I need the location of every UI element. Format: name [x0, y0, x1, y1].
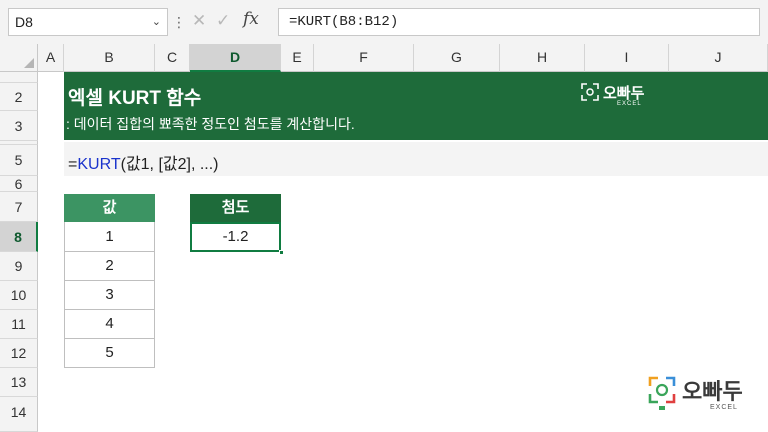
function-syntax: =KURT(값1, [값2], ...) — [68, 150, 219, 174]
values-table-header[interactable]: 값 — [64, 194, 155, 222]
insert-function-icon[interactable]: fx — [243, 9, 259, 29]
syntax-function-name: KURT — [77, 156, 121, 173]
kurtosis-table-header[interactable]: 첨도 — [190, 194, 281, 222]
row-header-14[interactable]: 14 — [0, 397, 38, 432]
row-header-7[interactable]: 7 — [0, 192, 38, 222]
row-header-6[interactable]: 6 — [0, 176, 38, 192]
watermark-logo: 오빠두 EXCEL — [648, 376, 743, 417]
name-box[interactable]: D8 ⌄ — [8, 8, 168, 36]
watermark-logo-sub: EXCEL — [710, 404, 738, 411]
column-header-a[interactable]: A — [38, 44, 64, 72]
name-box-value: D8 — [15, 14, 33, 30]
row-header-12[interactable]: 12 — [0, 339, 38, 368]
column-header-d[interactable]: D — [190, 44, 281, 72]
more-options-icon[interactable]: ⋮ — [172, 12, 186, 32]
column-header-b[interactable]: B — [64, 44, 155, 72]
page-title: 엑셀 KURT 함수 — [68, 88, 202, 109]
column-header-e[interactable]: E — [281, 44, 314, 72]
banner-logo-sub: EXCEL — [617, 101, 642, 107]
column-header-f[interactable]: F — [314, 44, 414, 72]
column-header-j[interactable]: J — [669, 44, 768, 72]
value-cell-5[interactable]: 5 — [64, 339, 155, 368]
syntax-arguments: (값1, [값2], ...) — [120, 156, 219, 173]
row-header-8[interactable]: 8 — [0, 222, 38, 252]
column-header-h[interactable]: H — [500, 44, 585, 72]
confirm-check-icon[interactable]: ✓ — [216, 11, 230, 31]
formula-input[interactable]: =KURT(B8:B12) — [278, 8, 760, 36]
fill-handle[interactable] — [279, 250, 284, 255]
value-cell-2[interactable]: 2 — [64, 252, 155, 281]
column-header-i[interactable]: I — [585, 44, 669, 72]
column-header-c[interactable]: C — [155, 44, 190, 72]
row-header-10[interactable]: 10 — [0, 281, 38, 310]
banner-logo-name: 오빠두 — [603, 85, 645, 102]
row-header-5[interactable]: 5 — [0, 145, 38, 176]
row-header-1[interactable] — [0, 72, 38, 83]
chevron-down-icon[interactable]: ⌄ — [152, 9, 161, 35]
banner-logo: 오빠두 EXCEL — [580, 82, 644, 109]
value-cell-4[interactable]: 4 — [64, 310, 155, 339]
column-header-g[interactable]: G — [414, 44, 500, 72]
row-header-11[interactable]: 11 — [0, 310, 38, 339]
cancel-icon[interactable]: ✕ — [192, 11, 206, 31]
value-cell-1[interactable]: 1 — [64, 222, 155, 252]
value-cell-3[interactable]: 3 — [64, 281, 155, 310]
kurtosis-result-cell[interactable]: -1.2 — [190, 222, 281, 252]
row-header-2[interactable]: 2 — [0, 83, 38, 111]
syntax-prefix: = — [68, 156, 78, 173]
oppadu-color-logo-icon — [648, 376, 676, 410]
row-header-13[interactable]: 13 — [0, 368, 38, 397]
watermark-logo-name: 오빠두 — [682, 379, 743, 404]
page-subtitle: : 데이터 집합의 뾰족한 정도인 첨도를 계산합니다. — [66, 116, 355, 132]
row-header-3[interactable]: 3 — [0, 111, 38, 141]
select-all-corner[interactable] — [0, 44, 38, 72]
oppadu-logo-icon — [581, 83, 599, 101]
row-header-9[interactable]: 9 — [0, 252, 38, 281]
